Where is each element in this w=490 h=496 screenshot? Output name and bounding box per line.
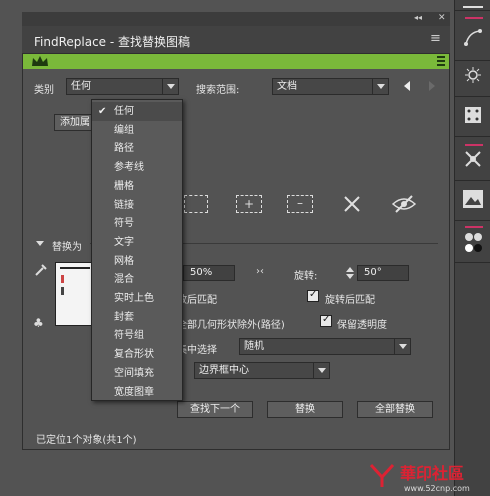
dropdown-option[interactable]: 符号 xyxy=(92,214,182,233)
dropdown-option-label: 混合 xyxy=(114,274,134,286)
eyedropper-icon[interactable] xyxy=(34,263,48,277)
panel-top-strip xyxy=(22,12,450,26)
dropdown-option-label: 封套 xyxy=(114,311,134,323)
chevron-down-icon xyxy=(394,339,410,354)
rotate-label: 旋转: xyxy=(294,271,318,282)
dropdown-option[interactable]: 复合形状 xyxy=(92,345,182,364)
image-icon[interactable] xyxy=(463,190,483,208)
select-mode-value: 随机 xyxy=(244,341,264,352)
next-arrow-icon[interactable] xyxy=(429,81,435,91)
dropdown-option-label: 符号 xyxy=(114,218,134,230)
category-label: 类别 xyxy=(34,85,54,96)
eye-hidden-icon[interactable] xyxy=(391,195,417,213)
right-tool-dock xyxy=(454,0,490,496)
add-attribute-button[interactable]: 添加属 xyxy=(54,114,96,131)
dropdown-option[interactable]: 链接 xyxy=(92,196,182,215)
swatches-icon[interactable] xyxy=(464,232,484,254)
dashed-rect-icon[interactable] xyxy=(184,195,208,213)
pen-curve-icon[interactable] xyxy=(463,28,483,48)
dropdown-option-label: 链接 xyxy=(114,199,134,211)
dropdown-option-label: 栅格 xyxy=(114,180,134,192)
dropdown-option[interactable]: 编组 xyxy=(92,121,182,140)
rotate-after-match-label: 旋转后匹配 xyxy=(325,295,375,306)
collapse-panel-icon[interactable]: ◂◂ xyxy=(414,13,422,22)
scope-select[interactable]: 文档 xyxy=(272,78,389,95)
align-select-value: 边界框中心 xyxy=(199,365,249,376)
dropdown-option[interactable]: 封套 xyxy=(92,308,182,327)
dropdown-option[interactable]: 文字 xyxy=(92,233,182,252)
collapse-triangle-icon[interactable] xyxy=(36,241,44,246)
dropdown-option-label: 宽度图章 xyxy=(114,386,154,398)
plugin-banner xyxy=(23,54,449,69)
find-next-button[interactable]: 查找下一个 xyxy=(177,401,253,418)
dropdown-option[interactable]: 混合 xyxy=(92,270,182,289)
dropdown-option[interactable]: 网格 xyxy=(92,252,182,271)
category-dropdown-menu: ✔ 任何编组路径参考线栅格链接符号文字网格混合实时上色封套符号组复合形状空间填充宽… xyxy=(91,99,183,401)
dashed-rect-plus-icon[interactable]: + xyxy=(236,195,262,213)
symbol-preview xyxy=(55,262,95,326)
crown-logo-icon xyxy=(31,55,49,68)
dropdown-option[interactable]: 空间填充 xyxy=(92,364,182,383)
close-panel-icon[interactable]: ✕ xyxy=(438,13,446,23)
scale-input[interactable]: 50% xyxy=(183,265,235,281)
rotate-input[interactable]: 50° xyxy=(357,265,409,281)
category-select[interactable]: 任何 xyxy=(66,78,179,95)
watermark-logo-icon xyxy=(368,461,396,489)
status-text: 已定位1个对象(共1个) xyxy=(36,435,137,446)
chevron-down-icon xyxy=(162,79,178,94)
panel-menu-icon[interactable]: ≡ xyxy=(430,31,441,46)
dropdown-option-label: 网格 xyxy=(114,255,134,267)
club-symbol-icon[interactable]: ♣ xyxy=(33,316,44,330)
link-arrows-icon[interactable]: ›‹ xyxy=(256,266,264,277)
dropdown-option-label: 符号组 xyxy=(114,330,144,342)
delete-x-icon[interactable] xyxy=(343,195,361,213)
banner-menu-icon[interactable] xyxy=(437,56,445,66)
dropdown-option-label: 实时上色 xyxy=(114,293,154,304)
dropdown-option-label: 复合形状 xyxy=(114,349,154,361)
dropdown-option-label: 编组 xyxy=(114,124,134,136)
exclude-geometry-label: 全部几何形状除外(路径) xyxy=(177,320,285,331)
dropdown-option[interactable]: 实时上色 xyxy=(92,289,182,308)
dropdown-option[interactable]: 参考线 xyxy=(92,158,182,177)
checkmark-icon: ✔ xyxy=(98,106,107,117)
scope-label: 搜索范围: xyxy=(196,85,240,96)
watermark-brand: 華印社區 xyxy=(400,464,465,483)
dropdown-option[interactable]: ✔ 任何 xyxy=(92,102,182,121)
dropdown-option-label: 空间填充 xyxy=(114,367,154,379)
replace-all-button[interactable]: 全部替换 xyxy=(357,401,433,418)
dropdown-option[interactable]: 栅格 xyxy=(92,177,182,196)
rotate-after-match-checkbox[interactable] xyxy=(307,289,319,302)
brush-icon[interactable] xyxy=(463,0,483,8)
panel-title: FindReplace - 查找替换图稿 xyxy=(34,35,191,49)
category-select-value: 任何 xyxy=(71,81,91,92)
dropdown-option-label: 参考线 xyxy=(114,162,144,174)
dice-icon[interactable] xyxy=(464,106,482,124)
sun-icon[interactable] xyxy=(464,66,482,84)
dropdown-option[interactable]: 宽度图章 xyxy=(92,383,182,402)
dashed-rect-minus-icon[interactable]: – xyxy=(287,195,313,213)
watermark-url: www.52cnp.com xyxy=(404,484,470,493)
select-mode-label: 集中选择 xyxy=(177,345,217,356)
dropdown-option-label: 路径 xyxy=(114,143,134,155)
dropdown-option[interactable]: 路径 xyxy=(92,139,182,158)
select-mode-select[interactable]: 随机 xyxy=(239,338,411,355)
scope-select-value: 文档 xyxy=(277,81,297,92)
dropdown-option-label: 任何 xyxy=(114,106,134,117)
align-select[interactable]: 边界框中心 xyxy=(194,362,330,379)
prev-arrow-icon[interactable] xyxy=(404,81,410,91)
dropdown-option-label: 文字 xyxy=(114,236,134,248)
chevron-down-icon xyxy=(313,363,329,378)
scale-after-match-label: 放后匹配 xyxy=(177,295,217,306)
replace-section-label: 替换为 xyxy=(52,242,82,253)
crosshair-icon[interactable] xyxy=(464,150,482,168)
keep-transparency-checkbox[interactable] xyxy=(320,314,332,327)
chevron-down-icon xyxy=(372,79,388,94)
keep-transparency-label: 保留透明度 xyxy=(337,320,387,331)
dropdown-option[interactable]: 符号组 xyxy=(92,326,182,345)
rotate-stepper-icon[interactable] xyxy=(345,266,355,280)
replace-button[interactable]: 替换 xyxy=(267,401,343,418)
